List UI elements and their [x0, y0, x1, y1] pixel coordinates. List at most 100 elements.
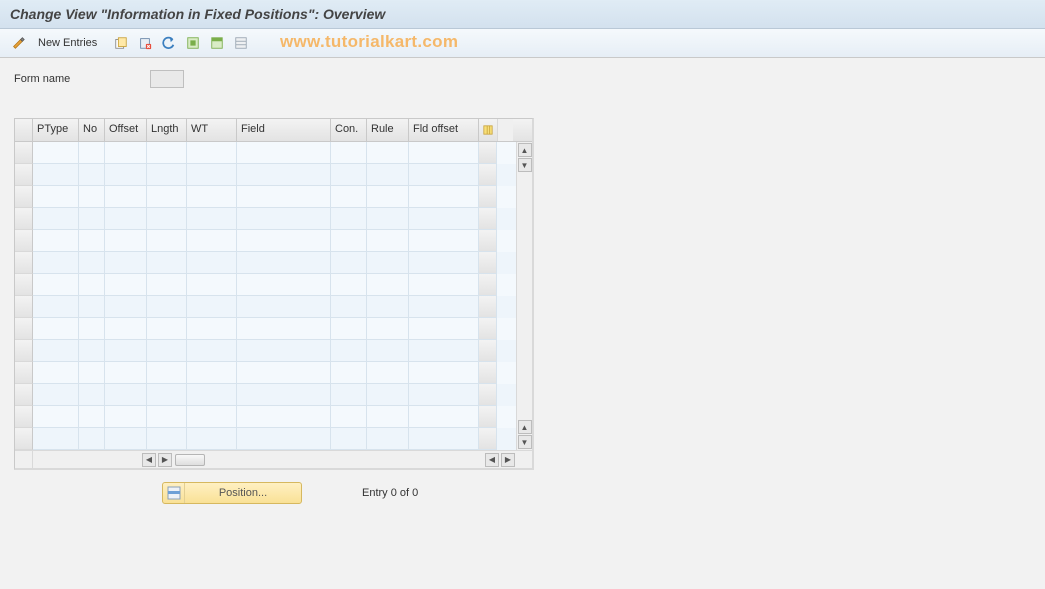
table-cell[interactable] — [33, 230, 79, 252]
table-cell[interactable] — [187, 186, 237, 208]
table-cell[interactable] — [79, 340, 105, 362]
table-cell[interactable] — [147, 208, 187, 230]
col-header-ptype[interactable]: PType — [33, 119, 79, 141]
table-cell[interactable] — [237, 142, 331, 164]
table-cell[interactable] — [147, 384, 187, 406]
table-cell[interactable] — [367, 142, 409, 164]
col-header-fld-offset[interactable]: Fld offset — [409, 119, 479, 141]
col-header-field[interactable]: Field — [237, 119, 331, 141]
table-cell[interactable] — [331, 142, 367, 164]
table-cell[interactable] — [105, 186, 147, 208]
table-cell[interactable] — [237, 384, 331, 406]
table-cell[interactable] — [79, 252, 105, 274]
row-selector[interactable] — [15, 142, 33, 164]
table-cell[interactable] — [367, 384, 409, 406]
table-cell[interactable] — [147, 428, 187, 450]
table-row[interactable] — [15, 274, 516, 296]
table-cell[interactable] — [331, 186, 367, 208]
delete-button[interactable] — [135, 33, 155, 53]
table-cell[interactable] — [237, 340, 331, 362]
table-cell[interactable] — [33, 274, 79, 296]
table-cell[interactable] — [79, 406, 105, 428]
table-cell[interactable] — [105, 428, 147, 450]
table-row[interactable] — [15, 208, 516, 230]
table-cell[interactable] — [105, 318, 147, 340]
table-cell[interactable] — [237, 252, 331, 274]
col-header-no[interactable]: No — [79, 119, 105, 141]
table-cell[interactable] — [33, 428, 79, 450]
table-cell[interactable] — [367, 296, 409, 318]
table-cell[interactable] — [33, 406, 79, 428]
table-cell[interactable] — [147, 362, 187, 384]
table-cell[interactable] — [105, 142, 147, 164]
row-selector[interactable] — [15, 318, 33, 340]
table-cell[interactable] — [237, 428, 331, 450]
col-header-rule[interactable]: Rule — [367, 119, 409, 141]
table-row[interactable] — [15, 186, 516, 208]
table-cell[interactable] — [105, 406, 147, 428]
table-cell[interactable] — [409, 208, 479, 230]
table-cell[interactable] — [409, 274, 479, 296]
table-cell[interactable] — [33, 340, 79, 362]
table-cell[interactable] — [105, 164, 147, 186]
table-cell[interactable] — [147, 340, 187, 362]
new-entries-button[interactable]: New Entries — [32, 33, 103, 53]
row-selector[interactable] — [15, 340, 33, 362]
row-selector[interactable] — [15, 186, 33, 208]
table-cell[interactable] — [479, 340, 497, 362]
table-cell[interactable] — [147, 274, 187, 296]
table-cell[interactable] — [331, 274, 367, 296]
table-cell[interactable] — [79, 296, 105, 318]
table-cell[interactable] — [187, 230, 237, 252]
table-cell[interactable] — [187, 142, 237, 164]
table-row[interactable] — [15, 362, 516, 384]
row-selector[interactable] — [15, 274, 33, 296]
table-cell[interactable] — [33, 208, 79, 230]
table-cell[interactable] — [479, 362, 497, 384]
table-cell[interactable] — [237, 274, 331, 296]
table-cell[interactable] — [147, 186, 187, 208]
table-cell[interactable] — [105, 362, 147, 384]
scroll-down-button[interactable]: ▼ — [518, 435, 532, 449]
table-cell[interactable] — [409, 296, 479, 318]
table-cell[interactable] — [331, 384, 367, 406]
table-row[interactable] — [15, 230, 516, 252]
table-cell[interactable] — [331, 208, 367, 230]
table-row[interactable] — [15, 318, 516, 340]
hscroll-thumb[interactable] — [175, 454, 205, 466]
table-cell[interactable] — [367, 274, 409, 296]
table-cell[interactable] — [33, 296, 79, 318]
table-cell[interactable] — [79, 142, 105, 164]
hscroll-left-1[interactable]: ◀ — [142, 453, 156, 467]
row-selector[interactable] — [15, 252, 33, 274]
table-cell[interactable] — [479, 318, 497, 340]
table-cell[interactable] — [367, 406, 409, 428]
table-cell[interactable] — [147, 406, 187, 428]
configure-columns-button[interactable] — [479, 119, 497, 141]
table-cell[interactable] — [409, 384, 479, 406]
position-button[interactable]: Position... — [162, 482, 302, 504]
table-cell[interactable] — [367, 164, 409, 186]
table-cell[interactable] — [479, 208, 497, 230]
table-cell[interactable] — [409, 164, 479, 186]
scroll-up-step-button[interactable]: ▲ — [518, 420, 532, 434]
col-header-wt[interactable]: WT — [187, 119, 237, 141]
table-cell[interactable] — [367, 230, 409, 252]
table-cell[interactable] — [409, 252, 479, 274]
table-cell[interactable] — [409, 406, 479, 428]
row-selector[interactable] — [15, 164, 33, 186]
select-block-button[interactable] — [207, 33, 227, 53]
table-cell[interactable] — [147, 142, 187, 164]
table-cell[interactable] — [79, 318, 105, 340]
horizontal-scrollbar[interactable]: ◀ ▶ ◀ ▶ — [15, 450, 532, 468]
table-cell[interactable] — [105, 296, 147, 318]
table-cell[interactable] — [79, 230, 105, 252]
table-cell[interactable] — [479, 406, 497, 428]
table-cell[interactable] — [105, 208, 147, 230]
table-cell[interactable] — [237, 318, 331, 340]
row-selector[interactable] — [15, 296, 33, 318]
table-cell[interactable] — [409, 340, 479, 362]
table-cell[interactable] — [479, 296, 497, 318]
vertical-scrollbar[interactable]: ▲ ▼ ▲ ▼ — [516, 142, 532, 450]
table-cell[interactable] — [33, 164, 79, 186]
